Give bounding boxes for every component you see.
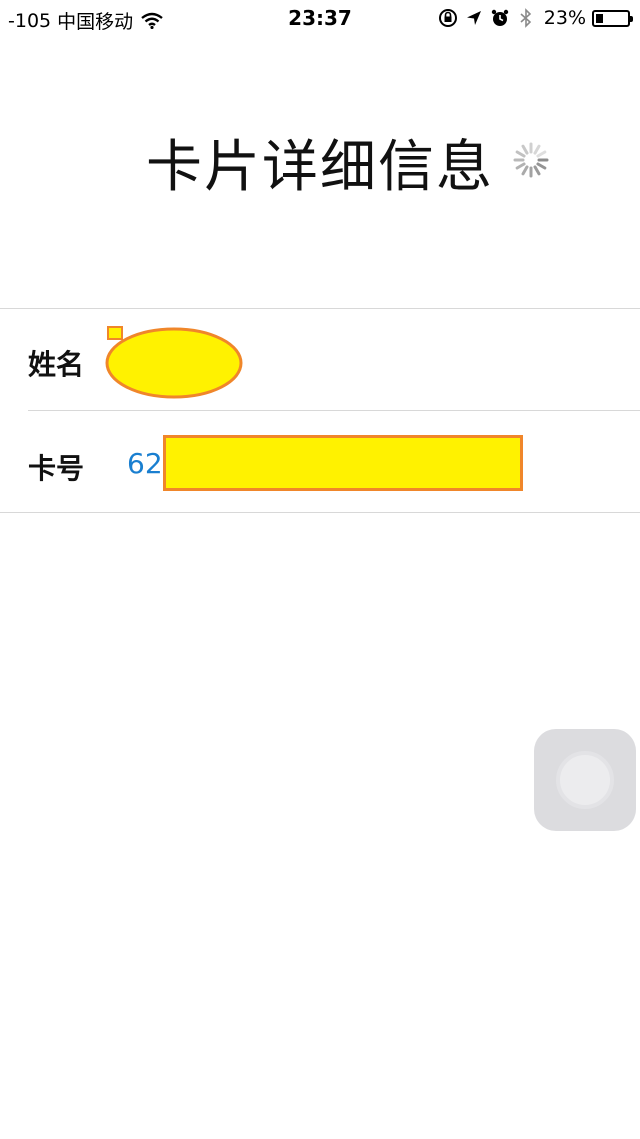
card-number-label: 卡号 [28,452,85,485]
name-label: 姓名 [28,348,85,381]
orientation-lock-icon [438,8,458,28]
location-icon [464,8,484,28]
loading-spinner-icon [512,141,550,179]
assistive-touch-button[interactable] [534,729,636,831]
detail-row-name: 姓名 [0,309,640,411]
spinner-tick [536,150,547,158]
assistive-touch-ring-icon [556,751,614,809]
spinner-tick [521,144,529,155]
spinner-tick [521,165,529,176]
spinner-tick [515,150,526,158]
card-details-panel: 姓名 卡号 62 [0,308,640,513]
alarm-icon [490,8,510,28]
battery-percent: 23% [543,7,586,29]
spinner-tick [533,165,541,176]
status-bar: -105 中国移动 23:37 23% [0,0,640,38]
spinner-tick [515,162,526,170]
battery-fill [596,13,603,23]
status-right: 23% [438,7,633,29]
card-number-value[interactable]: 62 [127,447,163,480]
card-number-redaction-mark [163,435,523,491]
bluetooth-icon [516,8,536,28]
spinner-tick [536,162,547,170]
detail-row-card-number: 卡号 62 [0,411,640,512]
spinner-tick [533,144,541,155]
battery-icon [592,9,633,27]
name-redaction-mark [104,325,244,399]
